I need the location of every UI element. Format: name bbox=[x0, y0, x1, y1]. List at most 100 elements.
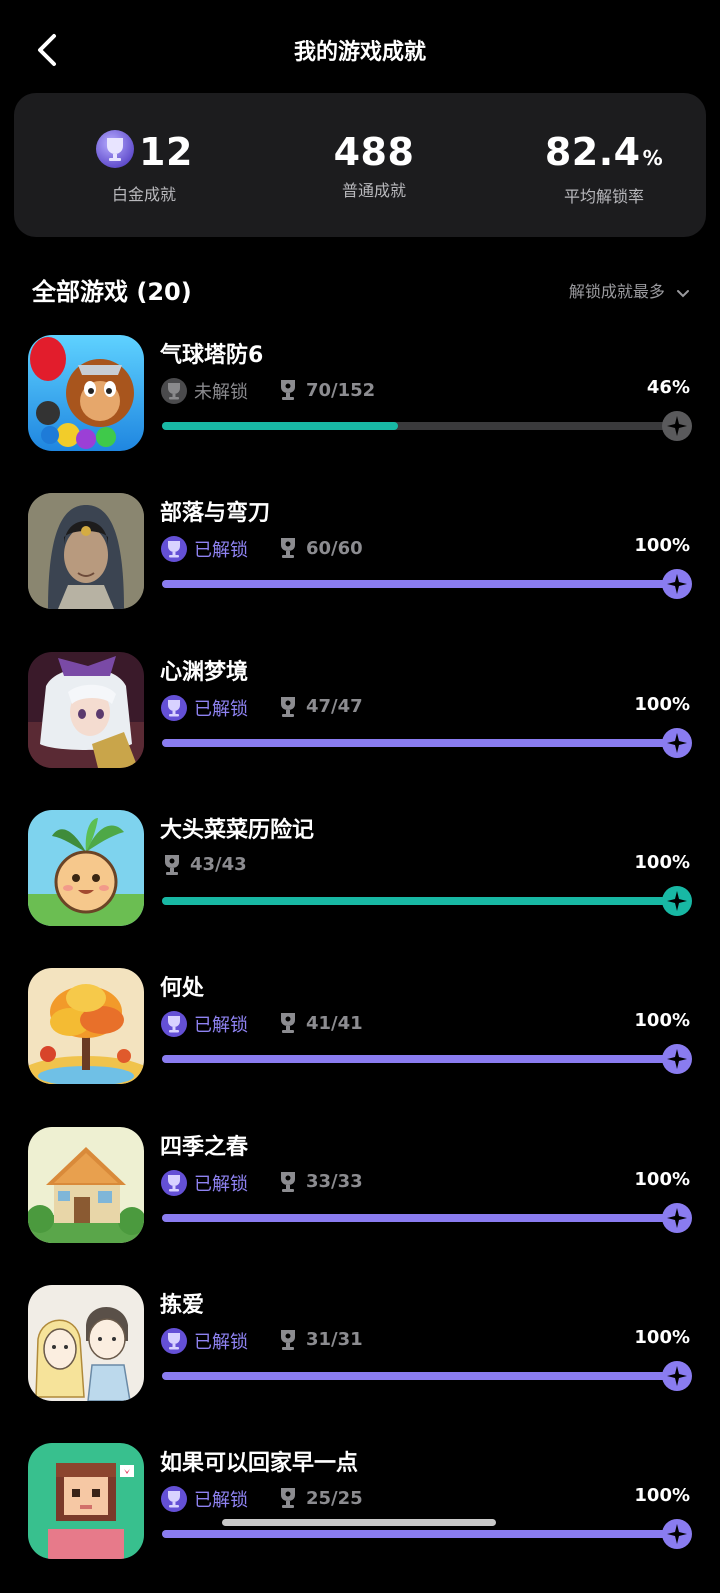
trophy-icon bbox=[281, 380, 295, 400]
game-icon[interactable] bbox=[28, 1443, 144, 1560]
platinum-trophy-icon bbox=[95, 129, 135, 179]
progress-percent: 100% bbox=[634, 1010, 690, 1032]
progress-percent: 100% bbox=[634, 535, 690, 557]
game-icon[interactable] bbox=[28, 335, 144, 451]
platinum-status-label: 未解锁 bbox=[194, 382, 248, 403]
page-title: 我的游戏成就 bbox=[293, 40, 426, 65]
section-title: 全部游戏 (20) bbox=[32, 278, 192, 306]
progress-end bbox=[662, 411, 692, 441]
platinum-status-label: 已解锁 bbox=[194, 1173, 248, 1195]
progress-end-icon bbox=[662, 1519, 692, 1550]
normal-count: 488 bbox=[333, 130, 415, 174]
progress-percent: 100% bbox=[634, 1485, 690, 1507]
progress-percent: 46% bbox=[646, 377, 690, 398]
platinum-badge-icon bbox=[161, 1327, 187, 1354]
platinum-status: 已解锁 bbox=[160, 535, 248, 563]
game-row[interactable]: 何处已解锁 41/41 100% bbox=[0, 968, 720, 1118]
progress-percent: 100% bbox=[634, 1168, 690, 1190]
progress-percent: 100% bbox=[634, 1326, 690, 1348]
game-name: 四季之春 bbox=[160, 1134, 249, 1160]
chevron-down-icon bbox=[677, 290, 689, 298]
platinum-status: 已解锁 bbox=[160, 694, 248, 722]
game-row[interactable]: 四季之春已解锁 33/33 100% bbox=[0, 1126, 720, 1277]
game-name: 何处 bbox=[160, 976, 205, 1002]
platinum-badge-locked-icon bbox=[161, 378, 187, 404]
trophy-icon bbox=[281, 538, 295, 559]
platinum-status-label: 已解锁 bbox=[194, 1490, 248, 1512]
trophy-count-value: 43/43 bbox=[190, 854, 247, 876]
game-icon[interactable] bbox=[28, 651, 144, 768]
game-icon[interactable] bbox=[28, 493, 144, 610]
stat-normal: 488 普通成就 bbox=[259, 129, 489, 201]
trophy-count: 60/60 bbox=[278, 537, 363, 559]
trophy-count: 43/43 bbox=[162, 854, 247, 876]
progress-percent: 100% bbox=[634, 851, 690, 873]
progress-end-icon bbox=[662, 1202, 692, 1233]
platinum-status-label: 已解锁 bbox=[194, 1015, 248, 1037]
progress-end-icon bbox=[662, 1360, 692, 1391]
platinum-status: 已解锁 bbox=[160, 1169, 248, 1197]
progress-fill bbox=[162, 422, 399, 430]
game-row[interactable]: 大头菜菜历险记 43/43 100% bbox=[0, 809, 720, 960]
trophy-count: 70/152 bbox=[278, 379, 375, 401]
trophy-count-value: 70/152 bbox=[306, 379, 376, 401]
platinum-badge-icon bbox=[161, 1169, 187, 1196]
platinum-badge-icon bbox=[161, 694, 187, 721]
trophy-icon bbox=[281, 1171, 295, 1192]
stat-platinum: 12 白金成就 bbox=[29, 129, 259, 205]
game-name: 心渊梦境 bbox=[160, 659, 249, 685]
progress-fill bbox=[162, 738, 676, 747]
progress-end bbox=[662, 1044, 692, 1075]
progress-end-icon bbox=[662, 569, 692, 600]
sort-dropdown[interactable]: 解锁成就最多 bbox=[569, 278, 690, 302]
stat-rate: 82.4% 平均解锁率 bbox=[489, 129, 719, 207]
game-row[interactable]: 气球塔防6 未解锁 70/152 46% bbox=[0, 335, 720, 485]
trophy-icon bbox=[281, 1329, 295, 1350]
platinum-badge-icon bbox=[161, 1486, 187, 1513]
progress-fill bbox=[162, 580, 676, 589]
progress-end-icon bbox=[662, 411, 692, 441]
platinum-status-label: 已解锁 bbox=[194, 540, 248, 562]
home-indicator[interactable] bbox=[222, 1519, 496, 1526]
sort-label: 解锁成就最多 bbox=[568, 282, 665, 301]
progress-end bbox=[662, 727, 692, 758]
game-icon[interactable] bbox=[28, 809, 144, 926]
progress-end bbox=[662, 1202, 692, 1233]
progress-fill bbox=[162, 1213, 676, 1222]
progress-fill bbox=[162, 1530, 676, 1539]
trophy-icon bbox=[281, 696, 295, 717]
progress-track bbox=[162, 896, 676, 905]
rate-unit: % bbox=[642, 146, 664, 170]
platinum-badge-icon bbox=[161, 1011, 187, 1038]
game-icon[interactable] bbox=[28, 1284, 144, 1401]
trophy-count-value: 33/33 bbox=[306, 1171, 363, 1192]
trophy-count: 31/31 bbox=[278, 1329, 363, 1351]
platinum-status-label: 已解锁 bbox=[194, 698, 248, 720]
progress-track bbox=[162, 1055, 676, 1064]
progress-fill bbox=[162, 1371, 676, 1380]
rate-label: 平均解锁率 bbox=[563, 187, 644, 206]
game-icon[interactable] bbox=[28, 968, 144, 1085]
progress-track bbox=[162, 1371, 676, 1380]
trophy-count-value: 41/41 bbox=[306, 1012, 363, 1034]
platinum-status-label: 已解锁 bbox=[194, 1331, 248, 1353]
game-row[interactable]: 心渊梦境 已解锁 47/47 100% bbox=[0, 651, 720, 802]
trophy-count: 33/33 bbox=[278, 1171, 363, 1193]
progress-end bbox=[662, 1519, 692, 1550]
progress-end-icon bbox=[662, 727, 692, 758]
app-header: 我的游戏成就 bbox=[0, 0, 720, 100]
normal-label: 普通成就 bbox=[341, 181, 406, 200]
game-row[interactable]: 拣爱 已解锁 31/31 100% bbox=[0, 1284, 720, 1435]
platinum-badge-icon bbox=[161, 536, 187, 563]
game-name: 大头菜菜历险记 bbox=[160, 817, 315, 843]
platinum-label: 白金成就 bbox=[111, 185, 176, 204]
progress-end bbox=[662, 1360, 692, 1391]
progress-end-icon bbox=[662, 885, 692, 916]
game-row[interactable]: 部落与弯刀 已解锁 60/60 100% bbox=[0, 493, 720, 643]
platinum-status: 已解锁 bbox=[160, 1327, 248, 1355]
platinum-status: 未解锁 bbox=[160, 377, 248, 405]
progress-end bbox=[662, 885, 692, 916]
trophy-icon bbox=[165, 854, 179, 875]
game-icon[interactable] bbox=[28, 1126, 144, 1243]
game-name: 气球塔防6 bbox=[160, 343, 264, 368]
